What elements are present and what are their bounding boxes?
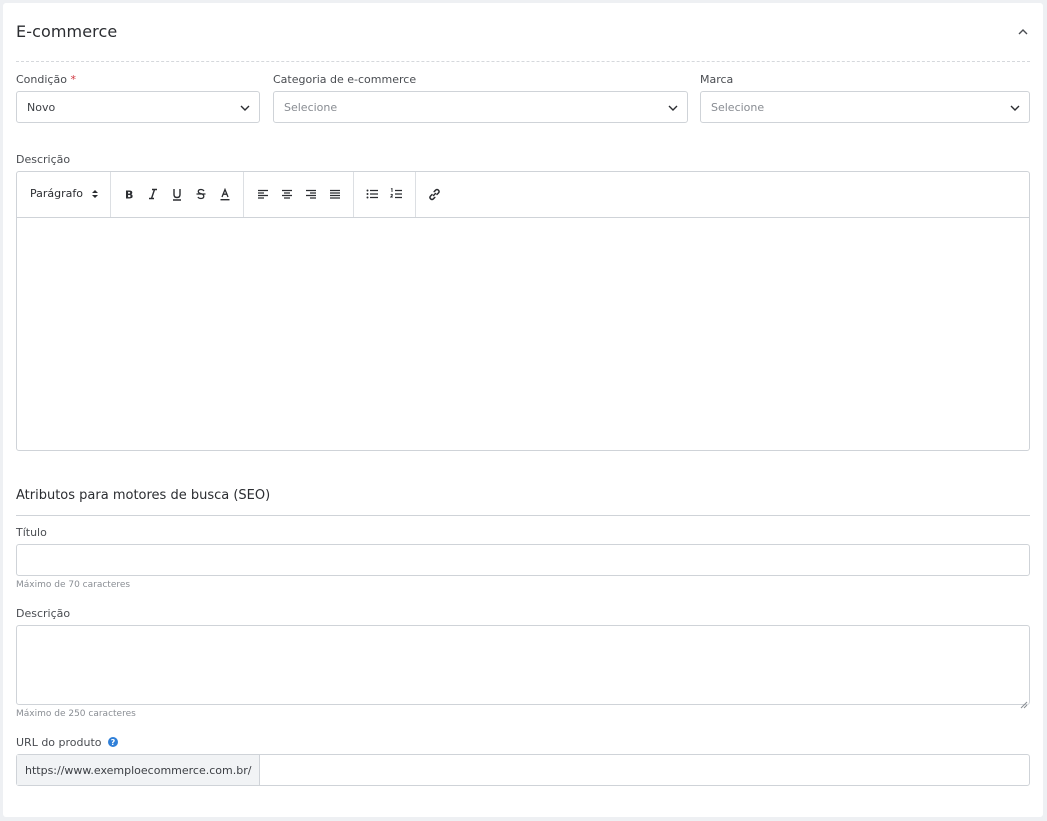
paragraph-style-value: Parágrafo: [30, 187, 83, 200]
chevron-down-icon: [239, 102, 251, 114]
seo-url-label-text: URL do produto: [16, 736, 102, 749]
align-right-icon[interactable]: [303, 186, 319, 202]
section-title: E-commerce: [16, 22, 118, 41]
chevron-down-icon: [1009, 102, 1021, 114]
condicao-label-text: Condição: [16, 73, 67, 86]
seo-url-label: URL do produto ?: [16, 736, 119, 749]
editor-content-area[interactable]: [17, 218, 1029, 451]
text-color-icon[interactable]: [217, 186, 233, 202]
categoria-select-placeholder: Selecione: [284, 100, 338, 114]
rich-text-editor: Parágrafo B: [16, 171, 1030, 451]
required-mark: *: [70, 73, 76, 86]
align-justify-icon[interactable]: [327, 186, 343, 202]
italic-icon[interactable]: [145, 186, 161, 202]
seo-url-field: https://www.exemploecommerce.com.br/: [16, 754, 1030, 786]
svg-text:B: B: [125, 189, 133, 201]
seo-titulo-label: Título: [16, 526, 47, 539]
toolbar-group-align: [244, 172, 354, 217]
numbered-list-icon[interactable]: [388, 186, 404, 202]
descricao-label: Descrição: [16, 153, 71, 166]
seo-titulo-hint: Máximo de 70 caracteres: [16, 580, 131, 590]
ecommerce-panel: E-commerce Condição * Novo Categoria de …: [3, 3, 1043, 817]
condicao-select-value: Novo: [27, 100, 56, 114]
align-left-icon[interactable]: [255, 186, 271, 202]
bold-icon[interactable]: B: [121, 186, 137, 202]
marca-select[interactable]: Selecione: [700, 91, 1030, 123]
strikethrough-icon[interactable]: [193, 186, 209, 202]
help-icon[interactable]: ?: [108, 737, 119, 747]
link-icon[interactable]: [426, 186, 442, 202]
chevron-down-icon: [667, 102, 679, 114]
align-center-icon[interactable]: [279, 186, 295, 202]
underline-icon[interactable]: [169, 186, 185, 202]
marca-label: Marca: [700, 73, 734, 86]
section-divider: [16, 61, 1030, 62]
editor-toolbar: Parágrafo B: [17, 172, 1029, 218]
condicao-label: Condição *: [16, 73, 76, 86]
svg-text:?: ?: [111, 738, 116, 747]
seo-descricao-label: Descrição: [16, 607, 71, 620]
bullet-list-icon[interactable]: [364, 186, 380, 202]
url-prefix: https://www.exemploecommerce.com.br/: [17, 755, 261, 785]
seo-url-input[interactable]: [260, 755, 1029, 785]
marca-select-placeholder: Selecione: [711, 100, 765, 114]
seo-section-title: Atributos para motores de busca (SEO): [16, 488, 271, 503]
chevron-up-icon[interactable]: [1016, 24, 1030, 38]
categoria-select[interactable]: Selecione: [273, 91, 688, 123]
seo-descricao-textarea[interactable]: [16, 625, 1030, 709]
condicao-select[interactable]: Novo: [16, 91, 260, 123]
seo-divider: [16, 515, 1030, 516]
toolbar-group-format: B: [111, 172, 244, 217]
seo-titulo-input[interactable]: [16, 544, 1030, 576]
categoria-label: Categoria de e-commerce: [273, 73, 417, 86]
paragraph-style-select[interactable]: Parágrafo: [30, 187, 99, 200]
toolbar-group-list: [354, 172, 416, 217]
toolbar-group-paragraph: Parágrafo: [17, 172, 111, 217]
resize-handle-icon[interactable]: [1019, 694, 1028, 709]
seo-descricao-hint: Máximo de 250 caracteres: [16, 709, 136, 719]
sort-arrows-icon: [91, 189, 99, 199]
